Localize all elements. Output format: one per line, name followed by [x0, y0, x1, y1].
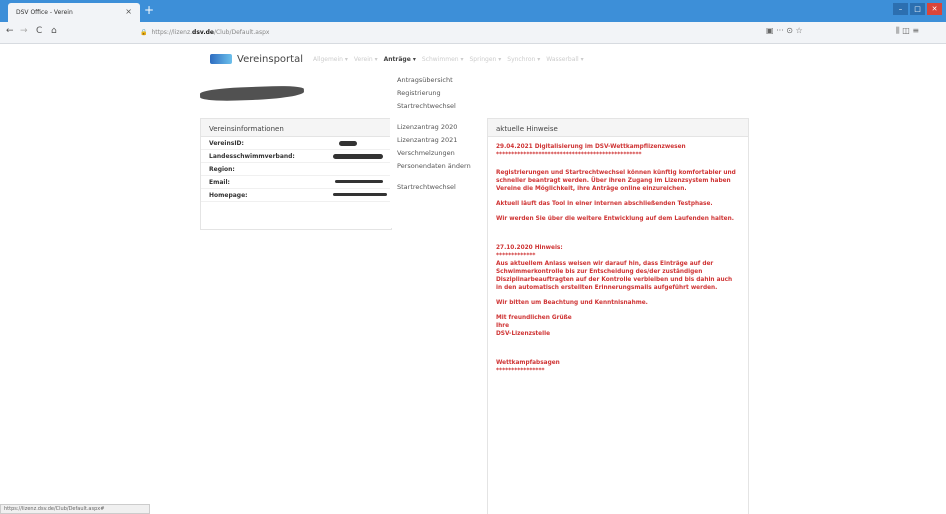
dd-personendaten[interactable]: Personendaten ändern: [390, 160, 486, 173]
dd-lizenzantrag-2020[interactable]: Lizenzantrag 2020: [390, 121, 486, 134]
minimize-button[interactable]: –: [893, 3, 908, 15]
club-info-heading: Vereinsinformationen: [201, 119, 391, 137]
url-bar[interactable]: 🔒 https://lizenz.dsv.de/Club/Default.aspx: [140, 25, 760, 41]
browser-tab-bar: DSV Office - Verein × + – □ ✕: [0, 0, 946, 22]
notice-2-signature: DSV-Lizenzstelle: [496, 331, 551, 337]
new-tab-button[interactable]: +: [144, 3, 154, 17]
antraege-dropdown-menu: Antragsübersicht Registrierung Startrech…: [390, 74, 486, 228]
menu-synchron[interactable]: Synchron ▾: [507, 56, 540, 63]
status-bar: https://lizenz.dsv.de/Club/Default.aspx#: [0, 504, 150, 514]
menu-allgemein[interactable]: Allgemein ▾: [313, 56, 348, 63]
maximize-button[interactable]: □: [910, 3, 925, 15]
dd-verschmelzungen[interactable]: Verschmelzungen: [390, 147, 486, 160]
browser-tab[interactable]: DSV Office - Verein ×: [8, 3, 140, 22]
page-content: Vereinsportal Allgemein ▾ Verein ▾ Anträ…: [0, 45, 946, 514]
dd-antragsuebersicht[interactable]: Antragsübersicht: [390, 74, 486, 87]
notices-body: 29.04.2021 Digitalisierung im DSV-Wettka…: [488, 137, 748, 381]
notice-1-rule: ****************************************…: [496, 152, 642, 158]
close-window-button[interactable]: ✕: [927, 3, 942, 15]
notice-1-paragraph: Aktuell läuft das Tool in einer internen…: [496, 201, 713, 207]
notice-2-paragraph: Aus aktuellem Anlass weisen wir darauf h…: [496, 261, 733, 291]
menu-wasserball[interactable]: Wasserball ▾: [546, 56, 583, 63]
notice-2-greeting: Mit freundlichen Grüße: [496, 315, 572, 321]
notice-1-paragraph: Registrierungen und Startrechtwechsel kö…: [496, 170, 736, 192]
window-controls: – □ ✕: [893, 3, 942, 15]
notice-2-title: 27.10.2020 Hinweis:: [496, 245, 563, 251]
top-navigation: Vereinsportal Allgemein ▾ Verein ▾ Anträ…: [210, 52, 590, 66]
info-row-landesverband: Landesschwimmverband:: [201, 150, 391, 163]
notice-2-rule: *************: [496, 253, 536, 259]
redacted-value: [333, 193, 387, 196]
dd-separator: [390, 113, 486, 121]
dd-startrechtwechsel[interactable]: Startrechtwechsel: [390, 100, 486, 113]
brand-title[interactable]: Vereinsportal: [237, 54, 303, 65]
info-row-region: Region:: [201, 163, 391, 176]
notice-1-title: 29.04.2021 Digitalisierung im DSV-Wettka…: [496, 144, 686, 150]
library-menu-icons[interactable]: ⫼ ◫ ≡: [896, 26, 919, 36]
url-host: dsv.de: [192, 29, 214, 36]
notice-3-title: Wettkampfabsagen: [496, 360, 560, 366]
notices-panel: aktuelle Hinweise 29.04.2021 Digitalisie…: [487, 118, 749, 514]
dd-lizenzantrag-2021[interactable]: Lizenzantrag 2021: [390, 134, 486, 147]
redacted-value: [335, 180, 383, 183]
page-actions-icons[interactable]: ▣ ··· ⊙ ☆: [766, 26, 803, 35]
redacted-value: [333, 154, 383, 159]
dd-startrechtwechsel-2[interactable]: Startrechtwechsel: [390, 181, 486, 194]
notice-1-paragraph: Wir werden Sie über die weitere Entwickl…: [496, 216, 734, 222]
notice-2-greeting: Ihre: [496, 323, 510, 329]
menu-schwimmen[interactable]: Schwimmen ▾: [422, 56, 464, 63]
reload-icon[interactable]: C: [36, 26, 42, 36]
redacted-club-name: [199, 85, 305, 102]
menu-antraege[interactable]: Anträge ▾: [384, 56, 416, 63]
dd-separator: [390, 173, 486, 181]
home-icon[interactable]: ⌂: [51, 26, 57, 36]
url-prefix: https://lizenz.: [151, 29, 193, 36]
redacted-value: [339, 141, 357, 146]
info-row-vereinsid: VereinsID:: [201, 137, 391, 150]
notice-2-paragraph: Wir bitten um Beachtung und Kenntnisnahm…: [496, 300, 648, 306]
lock-icon: 🔒: [140, 29, 148, 36]
club-info-panel: Vereinsinformationen VereinsID: Landessc…: [200, 118, 392, 230]
close-tab-icon[interactable]: ×: [125, 7, 132, 16]
url-path: /Club/Default.aspx: [213, 29, 270, 36]
info-row-email: Email:: [201, 176, 391, 189]
forward-icon[interactable]: →: [20, 26, 28, 36]
info-row-homepage: Homepage:: [201, 189, 391, 202]
menu-springen[interactable]: Springen ▾: [469, 56, 501, 63]
back-icon[interactable]: ←: [6, 26, 14, 36]
menu-verein[interactable]: Verein ▾: [354, 56, 378, 63]
dsv-logo-icon[interactable]: [210, 54, 232, 64]
dd-registrierung[interactable]: Registrierung: [390, 87, 486, 100]
notice-3-rule: ****************: [496, 368, 545, 374]
browser-toolbar: ← → C ⌂ 🔒 https://lizenz.dsv.de/Club/Defa…: [0, 22, 946, 44]
notices-heading: aktuelle Hinweise: [488, 119, 748, 137]
tab-title: DSV Office - Verein: [16, 9, 73, 16]
